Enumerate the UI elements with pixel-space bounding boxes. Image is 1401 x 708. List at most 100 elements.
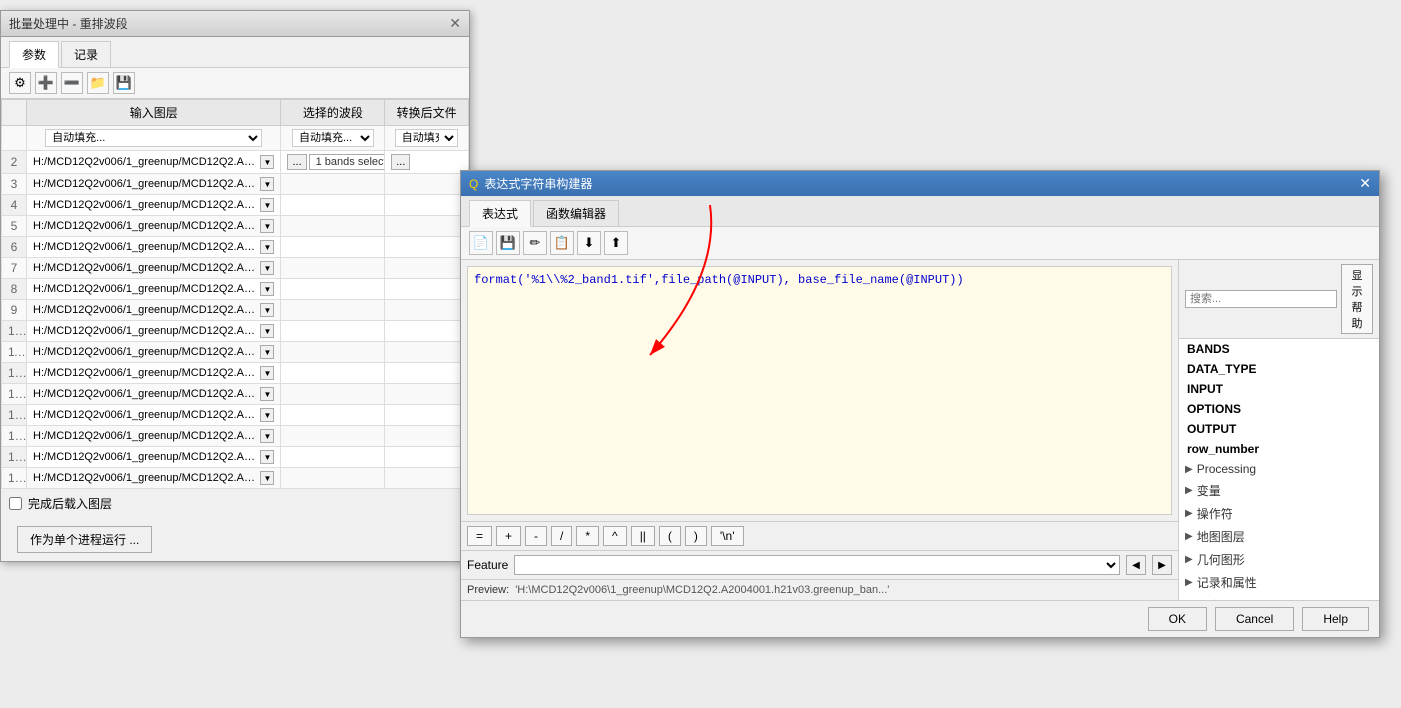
expr-feature-row: Feature ◀ ▶ [461,550,1178,579]
tree-item[interactable]: OPTIONS [1179,399,1379,419]
bands-cell: ...1 bands selected... [281,151,385,174]
input-cell-text: H:/MCD12Q2v006/1_greenup/MCD12Q2.A200400… [33,430,258,442]
tree-arrow-icon: ▶ [1185,485,1193,496]
auto-bands-select[interactable]: 自动填充... [292,129,374,147]
tree-group[interactable]: ▶聚合 [1179,594,1379,600]
auto-output-cell: 自动填充... [385,126,469,151]
row-number: 16 [2,447,27,468]
input-cell: H:/MCD12Q2v006/1_greenup/MCD12Q2.A200400… [27,342,281,363]
input-cell-text: H:/MCD12Q2v006/1_greenup/MCD12Q2.A200400… [33,451,258,463]
tree-arrow-icon: ▶ [1185,531,1193,542]
tree-item[interactable]: DATA_TYPE [1179,359,1379,379]
download-expr-button[interactable]: ⬇ [577,231,601,255]
help-button[interactable]: 显示帮助 [1341,264,1373,334]
input-cell-text: H:/MCD12Q2v006/1_greenup/MCD12Q2.A200400… [33,304,258,316]
op-plus[interactable]: + [496,526,521,546]
copy-expr-button[interactable]: 📋 [550,231,574,255]
input-dropdown-icon[interactable]: ▼ [260,177,274,191]
op-close-paren[interactable]: ) [685,526,707,546]
tree-item[interactable]: row_number [1179,439,1379,459]
folder-icon[interactable]: 📁 [87,72,109,94]
tree-item[interactable]: OUTPUT [1179,419,1379,439]
search-input[interactable] [1185,290,1337,308]
settings-icon[interactable]: ⚙ [9,72,31,94]
op-equals[interactable]: = [467,526,492,546]
tree-item[interactable]: BANDS [1179,339,1379,359]
input-dropdown-icon[interactable]: ▼ [260,324,274,338]
tab-params[interactable]: 参数 [9,41,59,68]
output-cell [385,468,469,489]
row-number: 2 [2,151,27,174]
col-output-header: 转换后文件 [385,100,469,126]
tree-group[interactable]: ▶变量 [1179,479,1379,502]
op-multiply[interactable]: * [576,526,599,546]
tree-item[interactable]: INPUT [1179,379,1379,399]
feature-label: Feature [467,558,508,572]
input-dropdown-icon[interactable]: ▼ [260,345,274,359]
auto-input-select[interactable]: 自动填充... [45,129,262,147]
remove-row-icon[interactable]: ➖ [61,72,83,94]
tab-expression[interactable]: 表达式 [469,200,531,227]
input-dropdown-icon[interactable]: ▼ [260,240,274,254]
tree-group[interactable]: ▶几何图形 [1179,548,1379,571]
table-row: 4H:/MCD12Q2v006/1_greenup/MCD12Q2.A20040… [2,195,469,216]
input-dropdown-icon[interactable]: ▼ [260,282,274,296]
auto-input-cell: 自动填充... [27,126,281,151]
tree-group[interactable]: ▶Processing [1179,459,1379,479]
main-table: 输入图层 选择的波段 转换后文件 自动填充... 自动填充... [1,99,469,489]
new-expr-button[interactable]: 📄 [469,231,493,255]
input-dropdown-icon[interactable]: ▼ [260,450,274,464]
tab-log[interactable]: 记录 [61,41,111,67]
input-dropdown-icon[interactable]: ▼ [260,219,274,233]
op-minus[interactable]: - [525,526,547,546]
nav-next-button[interactable]: ▶ [1152,555,1172,575]
input-dropdown-icon[interactable]: ▼ [260,303,274,317]
input-cell-text: H:/MCD12Q2v006/1_greenup/MCD12Q2.A200400… [33,178,258,190]
expr-close-icon[interactable]: ✕ [1359,175,1371,192]
output-cell [385,447,469,468]
op-divide[interactable]: / [551,526,572,546]
input-dropdown-icon[interactable]: ▼ [260,387,274,401]
op-open-paren[interactable]: ( [659,526,681,546]
table-row: 8H:/MCD12Q2v006/1_greenup/MCD12Q2.A20040… [2,279,469,300]
input-cell: H:/MCD12Q2v006/1_greenup/MCD12Q2.A200400… [27,447,281,468]
main-close-icon[interactable]: ✕ [449,15,461,32]
input-dropdown-icon[interactable]: ▼ [260,198,274,212]
expr-editor[interactable]: format('%1\\%2_band1.tif',file_path(@INP… [467,266,1172,515]
cancel-button[interactable]: Cancel [1215,607,1294,631]
expr-tree-panel: 显示帮助 BANDSDATA_TYPEINPUTOPTIONSOUTPUTrow… [1179,260,1379,600]
run-button[interactable]: 作为单个进程运行 ... [17,526,152,553]
edit-expr-button[interactable]: ✏ [523,231,547,255]
input-dropdown-icon[interactable]: ▼ [260,408,274,422]
table-row: 2H:/MCD12Q2v006/1_greenup/MCD12Q2.A20040… [2,151,469,174]
input-cell: H:/MCD12Q2v006/1_greenup/MCD12Q2.A200400… [27,426,281,447]
output-dot-button[interactable]: ... [391,154,410,170]
tree-group-label: 记录和属性 [1197,574,1257,591]
tree-group[interactable]: ▶操作符 [1179,502,1379,525]
bands-cell [281,216,385,237]
tree-group[interactable]: ▶地图图层 [1179,525,1379,548]
add-row-icon[interactable]: ➕ [35,72,57,94]
op-or[interactable]: || [631,526,655,546]
tab-func-editor[interactable]: 函数编辑器 [533,200,619,226]
op-caret[interactable]: ^ [603,526,627,546]
feature-select[interactable] [514,555,1120,575]
input-dropdown-icon[interactable]: ▼ [260,155,274,169]
save-icon[interactable]: 💾 [113,72,135,94]
auto-output-select[interactable]: 自动填充... [395,129,459,147]
input-dropdown-icon[interactable]: ▼ [260,261,274,275]
ok-button[interactable]: OK [1148,607,1207,631]
save-expr-button[interactable]: 💾 [496,231,520,255]
input-dropdown-icon[interactable]: ▼ [260,366,274,380]
table-row: 16 H:/MCD12Q2v006/1_greenup/MCD12Q2.A2004… [2,447,469,468]
help-dialog-button[interactable]: Help [1302,607,1369,631]
tree-group[interactable]: ▶记录和属性 [1179,571,1379,594]
bands-dot-button[interactable]: ... [287,154,306,170]
input-dropdown-icon[interactable]: ▼ [260,429,274,443]
upload-expr-button[interactable]: ⬆ [604,231,628,255]
load-layer-checkbox[interactable] [9,497,22,510]
nav-prev-button[interactable]: ◀ [1126,555,1146,575]
input-dropdown-icon[interactable]: ▼ [260,471,274,485]
auto-row-num [2,126,27,151]
op-newline[interactable]: '\n' [711,526,744,546]
